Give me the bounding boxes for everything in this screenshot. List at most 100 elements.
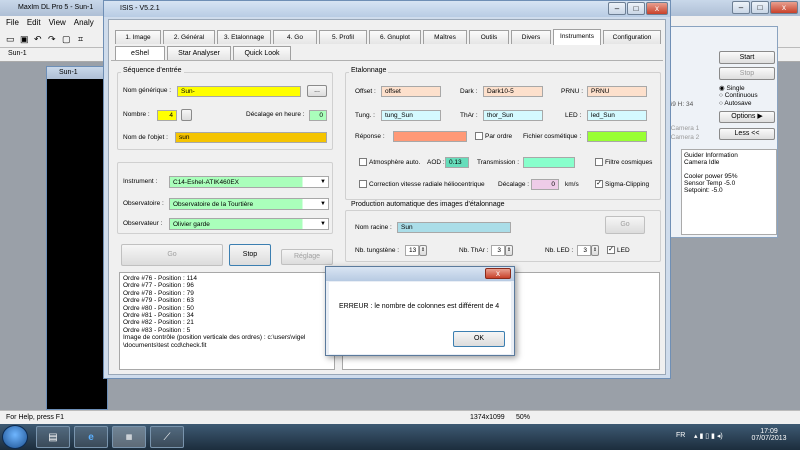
sigma-clipping-checkbox[interactable]: ✓ — [595, 180, 603, 188]
tab-divers[interactable]: Divers — [511, 30, 551, 44]
transmission-input[interactable] — [523, 157, 575, 168]
tab-profil[interactable]: 5. Profil — [319, 30, 367, 44]
dialog-ok-button[interactable]: OK — [453, 331, 505, 347]
maxim-maximize-button[interactable]: □ — [751, 1, 769, 14]
dialog-close-button[interactable]: x — [485, 268, 511, 279]
decalage-heure-input[interactable]: 0 — [309, 110, 327, 121]
camera-stop-button[interactable]: Stop — [719, 67, 775, 80]
tab-go[interactable]: 4. Go — [273, 30, 317, 44]
mode-single[interactable]: ◉ Single — [719, 84, 745, 92]
led-checkbox[interactable]: ✓ — [607, 246, 615, 254]
isis-close-button[interactable]: x — [646, 2, 668, 15]
subtab-quick-look[interactable]: Quick Look — [233, 46, 291, 60]
fichier-cosmetique-input[interactable] — [587, 131, 647, 142]
instrument-value: C14-Eshel-ATIK460EX — [173, 179, 239, 186]
options-button[interactable]: Options ▶ — [719, 111, 775, 123]
tab-instruments[interactable]: Instruments — [553, 29, 601, 45]
nombre-input[interactable]: 4 — [157, 110, 177, 121]
menu-edit[interactable]: Edit — [27, 18, 41, 27]
par-ordre-checkbox[interactable] — [475, 132, 483, 140]
decalage-input[interactable]: 0 — [531, 179, 559, 190]
nb-thar-spin[interactable]: ⇕ — [505, 245, 513, 256]
nom-objet-input[interactable]: sun — [175, 132, 327, 143]
filtre-cosmiques-checkbox[interactable] — [595, 158, 603, 166]
dark-input[interactable]: Dark10-5 — [483, 86, 543, 97]
aod-input[interactable]: 0.13 — [445, 157, 469, 168]
camera-start-button[interactable]: Start — [719, 51, 775, 64]
clock[interactable]: 17:09 07/07/2013 — [744, 428, 794, 442]
mode-autosave[interactable]: ○ Autosave — [719, 100, 751, 107]
led-input[interactable]: led_Sun — [587, 110, 647, 121]
menu-analyze[interactable]: Analy — [74, 18, 94, 27]
log-line: Image de contrôle (position verticale de… — [123, 334, 306, 342]
subtab-eshel[interactable]: eShel — [115, 46, 165, 60]
nb-tungstene-spin[interactable]: ⇕ — [419, 245, 427, 256]
subtab-star-analyser[interactable]: Star Analyser — [167, 46, 231, 60]
status-help-text: For Help, press F1 — [6, 414, 64, 421]
undo-icon[interactable]: ↶ — [34, 34, 42, 45]
correction-checkbox[interactable] — [359, 180, 367, 188]
tab-maitres[interactable]: Maîtres — [423, 30, 467, 44]
isis-title: ISIS - V5.2.1 — [104, 1, 670, 17]
screen-icon[interactable]: ▢ — [62, 34, 71, 45]
log-line: Ordre #77 - Position : 96 — [123, 282, 194, 290]
tung-input[interactable]: tung_Sun — [381, 110, 441, 121]
maxim-minimize-button[interactable]: – — [732, 1, 750, 14]
reglage-button[interactable]: Réglage — [281, 249, 333, 265]
less-button[interactable]: Less << — [719, 128, 775, 140]
prnu-input[interactable]: PRNU — [587, 86, 647, 97]
windows-start-icon[interactable] — [2, 425, 28, 449]
tab-general[interactable]: 2. Général — [163, 30, 215, 44]
browse-button[interactable]: ... — [307, 85, 327, 97]
nom-generique-label: Nom générique : — [123, 87, 172, 94]
internet-explorer-icon[interactable]: e — [74, 426, 108, 448]
log-output[interactable]: Ordre #76 - Position : 114 Ordre #77 - P… — [119, 272, 335, 370]
maxim-close-button[interactable]: x — [770, 1, 798, 14]
isis-minimize-button[interactable]: – — [608, 2, 626, 15]
crop-icon[interactable]: ⌗ — [78, 34, 83, 45]
offset-input[interactable]: offset — [381, 86, 441, 97]
reponse-input[interactable] — [393, 131, 467, 142]
nombre-spin-button[interactable] — [181, 109, 192, 121]
sun-image-window[interactable]: Sun-1 — [46, 66, 108, 410]
nb-tungstene-input[interactable]: 13 — [405, 245, 419, 256]
aod-label: AOD : — [427, 159, 445, 166]
nb-thar-input[interactable]: 3 — [491, 245, 505, 256]
dialog-message: ERREUR : le nombre de colonnes est diffé… — [339, 303, 500, 310]
observatoire-select[interactable]: Observatoire de la Tourtière ▼ — [169, 198, 329, 210]
isis-maximize-button[interactable]: □ — [627, 2, 645, 15]
maxim-taskbar-icon[interactable]: ⟋ — [150, 426, 184, 448]
nom-racine-input[interactable]: Sun — [397, 222, 511, 233]
chevron-down-icon: ▼ — [320, 179, 326, 185]
menu-view[interactable]: View — [49, 18, 66, 27]
production-go-button[interactable]: Go — [605, 216, 645, 234]
atmosphere-checkbox[interactable] — [359, 158, 367, 166]
isis-taskbar-icon[interactable]: ▦ — [112, 426, 146, 448]
mode-continuous[interactable]: ○ Continuous — [719, 92, 758, 99]
stop-button[interactable]: Stop — [229, 244, 271, 266]
log-line: Ordre #81 - Position : 34 — [123, 312, 194, 320]
tab-gnuplot[interactable]: 6. Gnuplot — [369, 30, 421, 44]
tab-image[interactable]: 1. Image — [115, 30, 161, 44]
open-icon[interactable]: ▭ — [6, 34, 15, 45]
tab-etalonnage[interactable]: 3. Etalonnage — [217, 30, 271, 44]
nb-led-spin[interactable]: ⇕ — [591, 245, 599, 256]
instrument-select[interactable]: C14-Eshel-ATIK460EX ▼ — [169, 176, 329, 188]
nb-led-input[interactable]: 3 — [577, 245, 591, 256]
nom-generique-input[interactable]: Sun- — [177, 86, 301, 97]
observateur-select[interactable]: Olivier garde ▼ — [169, 218, 329, 230]
tab-outils[interactable]: Outils — [469, 30, 509, 44]
tab-configuration[interactable]: Configuration — [603, 30, 661, 44]
chevron-down-icon: ▼ — [320, 201, 326, 207]
thar-input[interactable]: thor_Sun — [483, 110, 543, 121]
redo-icon[interactable]: ↷ — [48, 34, 56, 45]
log-line: Ordre #82 - Position : 21 — [123, 319, 194, 327]
language-indicator[interactable]: FR — [676, 432, 685, 439]
menu-file[interactable]: File — [6, 18, 19, 27]
info-line: Guider Information — [684, 152, 738, 159]
save-icon[interactable]: ▣ — [20, 34, 29, 45]
go-button[interactable]: Go — [121, 244, 223, 266]
doc-tab-sun[interactable]: Sun-1 — [8, 50, 27, 57]
explorer-icon[interactable]: ▤ — [36, 426, 70, 448]
tray-icons[interactable]: ▴ ▮ ▯ ▮ ◂) — [694, 432, 723, 440]
